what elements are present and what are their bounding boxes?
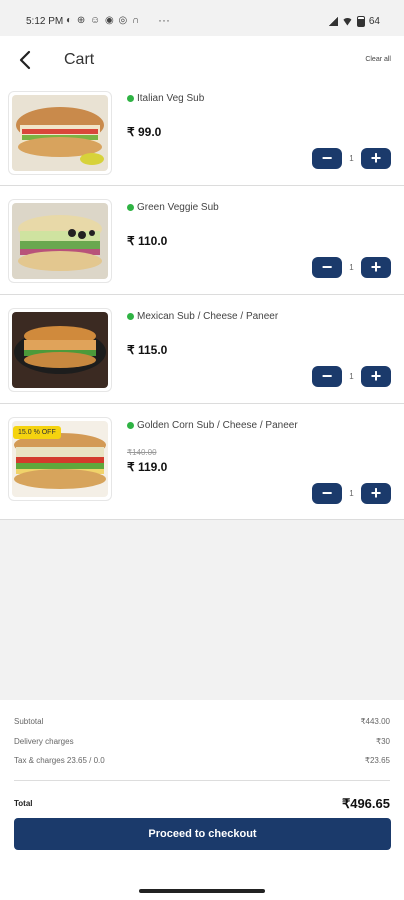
- veg-dot-icon: [127, 204, 134, 211]
- decrease-quantity-button[interactable]: −: [312, 257, 342, 278]
- page-title: Cart: [64, 51, 95, 68]
- battery-icon: [356, 16, 365, 27]
- cart-item: Italian Veg Sub ₹ 99.0 − 1 +: [0, 84, 404, 186]
- total-value: ₹496.65: [341, 796, 390, 811]
- plus-icon: +: [370, 257, 382, 277]
- discount-badge: 15.0 % OFF: [13, 426, 61, 439]
- cart-item: Mexican Sub / Cheese / Paneer ₹ 115.0 − …: [0, 295, 404, 404]
- minus-icon: −: [321, 257, 333, 277]
- item-price: ₹ 110.0: [127, 234, 168, 248]
- status-time: 5:12 PM: [26, 16, 64, 27]
- notification-icons: ◐ ⊕ ☺ ◉ ◎ ∩: [66, 15, 141, 26]
- minus-icon: −: [321, 148, 333, 168]
- minus-icon: −: [321, 366, 333, 386]
- decrease-quantity-button[interactable]: −: [312, 483, 342, 504]
- subtotal-row: Subtotal ₹443.00: [14, 717, 390, 726]
- sandwich-image: [12, 203, 108, 279]
- item-name: Green Veggie Sub: [137, 202, 219, 213]
- total-label: Total: [14, 799, 33, 808]
- proceed-to-checkout-button[interactable]: Proceed to checkout: [14, 818, 391, 850]
- arrow-left-icon: [19, 50, 31, 70]
- plus-icon: +: [370, 483, 382, 503]
- clear-all-button[interactable]: Clear all: [365, 56, 391, 63]
- tax-value: ₹23.65: [364, 756, 390, 765]
- app-header: Cart Clear all: [0, 36, 404, 84]
- more-notifications-icon: ···: [158, 13, 170, 27]
- increase-quantity-button[interactable]: +: [361, 257, 391, 278]
- increase-quantity-button[interactable]: +: [361, 366, 391, 387]
- cart-item: 15.0 % OFF Golden Corn Sub / Cheese / Pa…: [0, 404, 404, 520]
- veg-dot-icon: [127, 95, 134, 102]
- signal-icon: [327, 17, 338, 26]
- back-button[interactable]: [14, 48, 38, 72]
- item-price: ₹ 115.0: [127, 343, 168, 357]
- system-navigation-bar: [0, 872, 404, 900]
- sandwich-image: [12, 312, 108, 388]
- sandwich-image: [12, 95, 108, 171]
- subtotal-label: Subtotal: [14, 717, 44, 726]
- delivery-row: Delivery charges ₹30: [14, 737, 390, 746]
- battery-level: 64: [368, 16, 380, 27]
- original-price: ₹140.00: [127, 448, 157, 457]
- delivery-value: ₹30: [376, 737, 390, 746]
- item-name: Golden Corn Sub / Cheese / Paneer: [137, 420, 298, 431]
- veg-dot-icon: [127, 422, 134, 429]
- product-image[interactable]: [8, 199, 112, 283]
- bill-summary: Subtotal ₹443.00 Delivery charges ₹30 Ta…: [0, 700, 404, 872]
- decrease-quantity-button[interactable]: −: [312, 366, 342, 387]
- item-price: ₹ 99.0: [127, 125, 162, 139]
- status-bar: 5:12 PM ◐ ⊕ ☺ ◉ ◎ ∩ ··· 64: [0, 0, 404, 36]
- cart-item: Green Veggie Sub ₹ 110.0 − 1 +: [0, 186, 404, 295]
- plus-icon: +: [370, 366, 382, 386]
- tax-row: Tax & charges 23.65 / 0.0 ₹23.65: [14, 756, 390, 765]
- item-price: ₹ 119.0: [127, 460, 168, 474]
- delivery-label: Delivery charges: [14, 737, 74, 746]
- minus-icon: −: [321, 483, 333, 503]
- increase-quantity-button[interactable]: +: [361, 483, 391, 504]
- quantity-value: 1: [349, 263, 354, 272]
- quantity-value: 1: [349, 489, 354, 498]
- summary-divider: [14, 780, 390, 781]
- wifi-icon: [341, 17, 353, 26]
- product-image[interactable]: [8, 91, 112, 175]
- item-name: Italian Veg Sub: [137, 93, 205, 104]
- home-indicator[interactable]: [139, 889, 265, 893]
- quantity-value: 1: [349, 372, 354, 381]
- item-name: Mexican Sub / Cheese / Paneer: [137, 311, 279, 322]
- tax-label: Tax & charges 23.65 / 0.0: [14, 756, 105, 765]
- product-image[interactable]: 15.0 % OFF: [8, 417, 112, 501]
- veg-dot-icon: [127, 313, 134, 320]
- quantity-value: 1: [349, 154, 354, 163]
- plus-icon: +: [370, 148, 382, 168]
- decrease-quantity-button[interactable]: −: [312, 148, 342, 169]
- increase-quantity-button[interactable]: +: [361, 148, 391, 169]
- system-icons: 64: [327, 16, 380, 27]
- product-image[interactable]: [8, 308, 112, 392]
- subtotal-value: ₹443.00: [360, 717, 390, 726]
